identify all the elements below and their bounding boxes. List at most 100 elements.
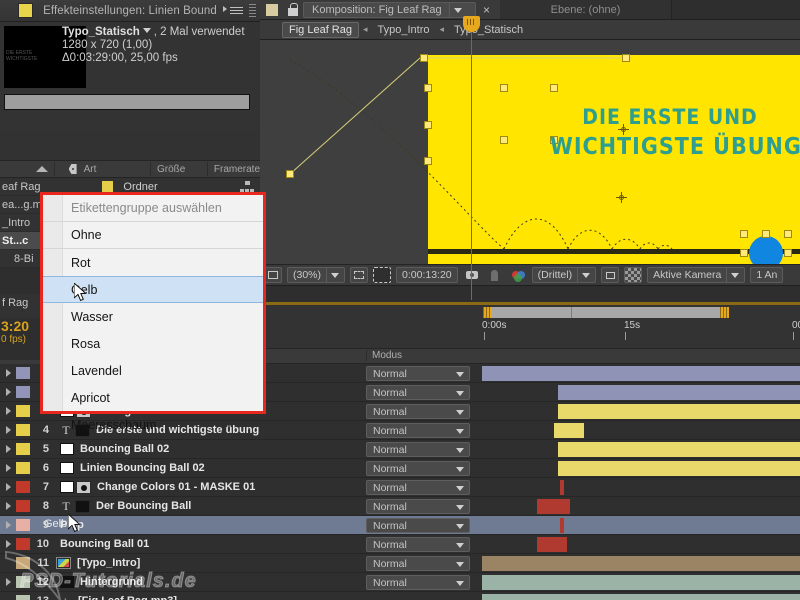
layer-twirl-icon[interactable] [0, 540, 16, 548]
layer-twirl-icon[interactable] [0, 464, 16, 472]
lock-icon[interactable] [288, 3, 298, 17]
chevron-down-icon[interactable] [456, 486, 464, 491]
layer-duration-bar[interactable] [482, 366, 800, 381]
layer-name[interactable]: [Typo_Intro] [77, 557, 140, 569]
layer-label-swatch[interactable] [16, 500, 30, 512]
bouncing-ball[interactable] [749, 236, 783, 264]
chevron-down-icon[interactable] [448, 3, 467, 17]
checkerboard-icon[interactable] [624, 267, 643, 283]
chevron-down-icon[interactable] [326, 268, 340, 282]
chevron-down-icon[interactable] [456, 448, 464, 453]
anchor-point-icon[interactable] [616, 192, 627, 203]
layer-duration-bar[interactable] [537, 499, 570, 514]
sort-ascending-icon[interactable] [36, 166, 48, 172]
project-search-input[interactable] [4, 94, 250, 110]
layer-label-swatch[interactable] [16, 386, 30, 398]
layer-name[interactable]: Linien Bouncing Ball 02 [80, 462, 205, 474]
timeline-layer-row[interactable]: 8 T Der Bouncing Ball Normal [0, 497, 800, 516]
layer-mode-select[interactable]: Normal [366, 385, 470, 400]
layer-label-swatch[interactable] [16, 405, 30, 417]
close-icon[interactable]: × [483, 3, 490, 17]
menu-item-ohne[interactable]: Ohne [43, 222, 263, 249]
chevron-down-icon[interactable] [142, 28, 151, 33]
layer-label-swatch[interactable] [16, 462, 30, 474]
show-snapshot-icon[interactable] [486, 267, 504, 283]
project-fragment-1[interactable]: ea...g.m [0, 196, 44, 214]
layer-twirl-icon[interactable] [0, 426, 16, 434]
layer-duration-bar[interactable] [558, 442, 800, 457]
effect-icon[interactable] [76, 480, 91, 494]
layer-mode-select[interactable]: Normal [366, 404, 470, 419]
layer-twirl-icon[interactable] [0, 521, 16, 529]
layer-mode-select[interactable]: Normal [366, 442, 470, 457]
layer-label-swatch[interactable] [16, 538, 30, 550]
always-preview-icon[interactable] [264, 267, 282, 283]
composition-viewer[interactable]: DIE ERSTE UND WICHTIGSTE ÜBUNG [260, 40, 800, 264]
breadcrumb-item-0[interactable]: Fig Leaf Rag [282, 21, 359, 38]
layer-twirl-icon[interactable] [0, 445, 16, 453]
chevron-down-icon[interactable] [456, 372, 464, 377]
layer-label-swatch[interactable] [16, 519, 30, 531]
layer-mode-select[interactable]: Normal [366, 537, 470, 552]
timeline-layer-row[interactable]: 10 Bouncing Ball 01 Normal [0, 535, 800, 554]
menu-item-apricot[interactable]: Apricot [43, 384, 263, 411]
layer-duration-bar[interactable] [482, 594, 800, 600]
layer-duration-bar[interactable] [482, 575, 800, 590]
layer-mode-select[interactable]: Normal [366, 480, 470, 495]
layer-name[interactable]: Der Bouncing Ball [96, 500, 191, 512]
layer-name[interactable]: Hintergrund [80, 576, 143, 588]
toggle-view-icon[interactable] [601, 267, 620, 283]
column-art[interactable]: Art [84, 164, 97, 175]
views-select[interactable]: 1 An [750, 267, 784, 283]
layer-label-swatch[interactable] [16, 367, 30, 379]
layer-mode-select[interactable]: Normal [366, 461, 470, 476]
label-tag-icon[interactable] [69, 163, 77, 175]
project-fragment-2[interactable]: _Intro [0, 214, 44, 232]
tab-ebene[interactable]: Ebene: (ohne) [500, 0, 672, 19]
project-fragment-4[interactable]: 8-Bi [0, 250, 44, 268]
chevron-down-icon[interactable] [726, 268, 740, 282]
resolution-select[interactable]: (Drittel) [531, 267, 597, 283]
layer-name[interactable]: Bouncing Ball 01 [60, 538, 149, 550]
timeline-layer-row[interactable]: 7 Change Colors 01 - MASKE 01 Normal [0, 478, 800, 497]
chevron-down-icon[interactable] [456, 467, 464, 472]
layer-label-swatch[interactable] [16, 576, 30, 588]
column-modus[interactable]: Modus [366, 350, 486, 361]
layer-duration-bar[interactable] [560, 518, 564, 533]
timeline-layer-row[interactable]: 12 Hintergrund Normal [0, 573, 800, 592]
menu-item-wasser[interactable]: Wasser [43, 303, 263, 330]
anchor-point-icon[interactable] [618, 124, 629, 135]
project-fragment-3[interactable]: St...c [0, 232, 44, 250]
chevron-down-icon[interactable] [577, 268, 591, 282]
layer-duration-bar[interactable] [537, 537, 567, 552]
timeline-layer-row[interactable]: 9PlopNormalGelb [0, 516, 800, 535]
timeline-layer-row[interactable]: 13 ♪ [Fig Leaf Rag.mp3] [0, 592, 800, 600]
label-group-context-menu[interactable]: Etikettengruppe auswählen Ohne Rot Gelb … [40, 192, 266, 432]
chevron-down-icon[interactable] [456, 429, 464, 434]
chevron-down-icon[interactable] [456, 410, 464, 415]
cti-head-icon[interactable] [463, 16, 480, 32]
layer-duration-bar[interactable] [558, 385, 800, 400]
zoom-level-select[interactable]: (30%) [287, 267, 346, 283]
mask-icon[interactable] [373, 267, 392, 283]
timeline-layer-row[interactable]: 6 Linien Bouncing Ball 02 Normal [0, 459, 800, 478]
region-of-interest-icon[interactable] [350, 267, 369, 283]
project-fragment-0[interactable]: eaf Rag [0, 178, 44, 196]
show-channel-icon[interactable] [509, 267, 527, 283]
layer-twirl-icon[interactable] [0, 502, 16, 510]
layer-twirl-icon[interactable] [0, 483, 16, 491]
chevron-down-icon[interactable] [456, 524, 464, 529]
breadcrumb-item-2[interactable]: Typo_Statisch [448, 24, 529, 36]
layer-name[interactable]: Bouncing Ball 02 [80, 443, 169, 455]
timeline-layer-row[interactable]: 11 [Typo_Intro] Normal [0, 554, 800, 573]
current-time-indicator[interactable] [463, 16, 480, 300]
menu-item-rosa[interactable]: Rosa [43, 330, 263, 357]
chevron-down-icon[interactable] [456, 543, 464, 548]
timeline-current-time[interactable]: 3:20 [0, 318, 44, 334]
layer-mode-select[interactable]: Normal [366, 575, 470, 590]
layer-label-swatch[interactable] [16, 424, 30, 436]
layer-name[interactable]: [Fig Leaf Rag.mp3] [78, 595, 177, 600]
menu-item-meeresschaum[interactable]: Meeresschaum [43, 411, 263, 438]
timeline-layer-row[interactable]: 5 Bouncing Ball 02 Normal [0, 440, 800, 459]
column-groesse[interactable]: Größe [157, 164, 185, 175]
